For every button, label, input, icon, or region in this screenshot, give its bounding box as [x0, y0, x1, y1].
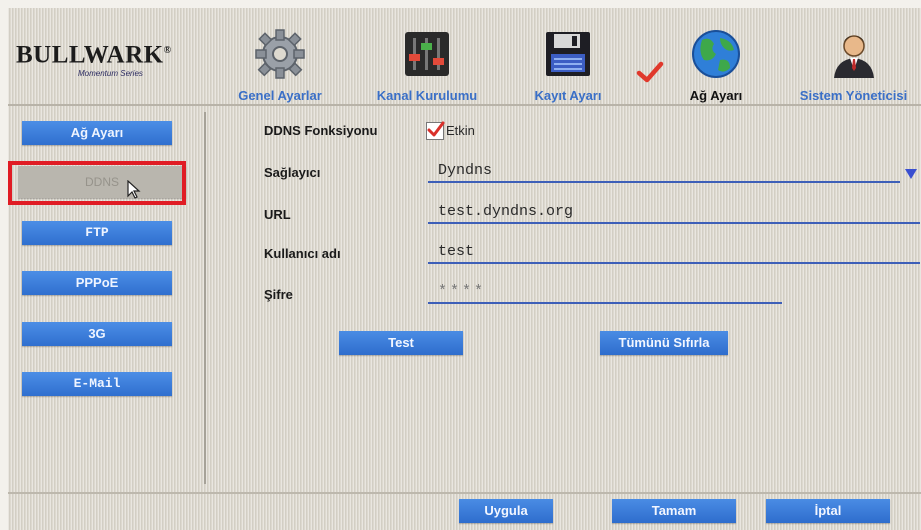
username-input[interactable]: test [428, 242, 920, 264]
tab-system-admin[interactable]: Sistem Yöneticisi [786, 26, 921, 104]
tab-general-settings-label: Genel Ayarlar [238, 88, 322, 103]
reset-all-button[interactable]: Tümünü Sıfırla [600, 331, 728, 355]
checkmark-icon [636, 61, 664, 83]
gear-icon [255, 29, 305, 79]
top-nav-bar: BULLWARK® Momentum Series Genel Ayarlar [8, 8, 921, 106]
sidebar-item-pppoe[interactable]: PPPoE [22, 271, 172, 295]
brand-name: BULLWARK [16, 41, 164, 69]
cancel-button[interactable]: İptal [766, 499, 890, 523]
sidebar-divider [204, 112, 206, 484]
dvr-screen: BULLWARK® Momentum Series Genel Ayarlar [8, 8, 921, 530]
registered-mark: ® [163, 45, 172, 56]
footer-divider [8, 492, 921, 494]
username-label: Kullanıcı adı [264, 246, 341, 261]
url-input[interactable]: test.dyndns.org [428, 202, 920, 224]
password-label: Şifre [264, 287, 293, 302]
tab-system-admin-label: Sistem Yöneticisi [799, 88, 908, 103]
tab-channel-setup[interactable]: Kanal Kurulumu [362, 26, 492, 104]
checkbox-check-icon [427, 121, 445, 137]
brand-logo: BULLWARK® Momentum Series [16, 38, 186, 88]
ok-button[interactable]: Tamam [612, 499, 736, 523]
test-button[interactable]: Test [339, 331, 463, 355]
tab-record-settings[interactable]: Kayıt Ayarı [513, 26, 623, 104]
admin-user-icon [833, 35, 874, 78]
mouse-cursor-icon [127, 180, 141, 199]
tab-network-settings-label: Ağ Ayarı [689, 88, 743, 103]
tab-network-settings[interactable]: Ağ Ayarı [636, 26, 764, 104]
sidebar-header-network-settings[interactable]: Ağ Ayarı [22, 121, 172, 145]
provider-select[interactable]: Dyndns [428, 161, 900, 183]
tab-channel-setup-label: Kanal Kurulumu [376, 88, 478, 103]
password-input[interactable]: **** [428, 282, 782, 304]
highlight-annotation-box [8, 161, 186, 205]
floppy-disk-icon [546, 32, 590, 76]
ddns-enabled-checkbox[interactable] [426, 121, 445, 140]
ddns-function-label: DDNS Fonksiyonu [264, 123, 378, 138]
sidebar-item-email[interactable]: E-Mail [22, 372, 172, 396]
tab-general-settings[interactable]: Genel Ayarlar [220, 26, 340, 104]
sidebar-item-3g[interactable]: 3G [22, 322, 172, 346]
tab-record-settings-label: Kayıt Ayarı [534, 88, 602, 103]
sliders-icon [405, 32, 449, 76]
ddns-enabled-label: Etkin [446, 123, 475, 138]
globe-icon [692, 30, 740, 78]
provider-label: Sağlayıcı [264, 165, 321, 180]
url-label: URL [264, 207, 291, 222]
sidebar-item-ftp[interactable]: FTP [22, 221, 172, 245]
dropdown-arrow-icon[interactable] [904, 168, 918, 180]
apply-button[interactable]: Uygula [459, 499, 553, 523]
brand-tagline: Momentum Series [78, 69, 143, 79]
